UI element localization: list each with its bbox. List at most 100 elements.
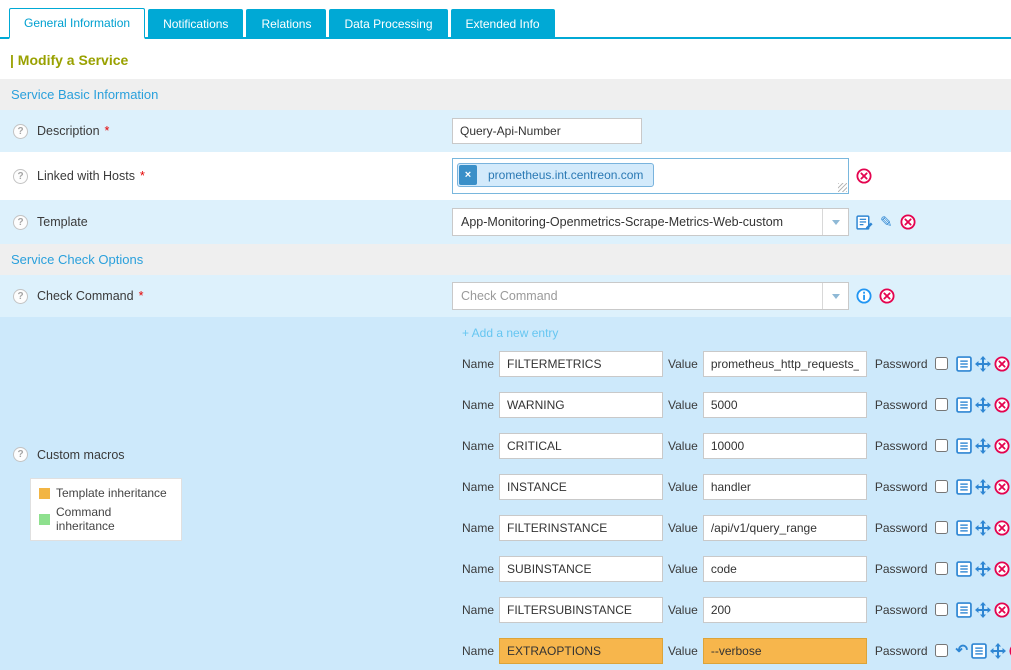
custom-macros-block: ? Custom macros Template inheritance Com… [0,317,1011,670]
macro-icons: ↶ [956,602,1010,618]
macro-move-icon[interactable] [975,479,991,495]
host-chip-label: prometheus.int.centreon.com [478,164,653,186]
macro-move-icon[interactable] [975,520,991,536]
macro-name-input[interactable] [499,556,663,582]
macro-name-label: Name [462,562,494,576]
help-icon[interactable]: ? [13,447,28,462]
macro-move-icon[interactable] [975,356,991,372]
macro-delete-icon[interactable] [994,520,1010,536]
edit-template-icon[interactable]: ✎ [880,215,893,230]
macro-password-checkbox[interactable] [935,480,948,493]
linked-hosts-tag-input[interactable]: × prometheus.int.centreon.com [452,158,849,194]
macro-value-input[interactable] [703,351,867,377]
macro-password-checkbox[interactable] [935,644,948,657]
view-template-icon[interactable] [856,214,873,231]
macro-row: Name Value Password ↶ [462,425,1011,466]
macro-list-icon[interactable] [971,643,987,659]
macro-icons: ↶ [956,561,1010,577]
macro-password-checkbox[interactable] [935,603,948,616]
description-input[interactable] [452,118,642,144]
macro-list-icon[interactable] [956,561,972,577]
macro-name-input[interactable] [499,474,663,500]
resize-grip[interactable] [838,183,847,192]
macro-password-label: Password [875,644,928,658]
custom-macros-right: + Add a new entry Name Value Password ↶ … [452,317,1011,670]
macro-password-label: Password [875,562,928,576]
macro-move-icon[interactable] [975,602,991,618]
section-check-options: Service Check Options [0,244,1011,275]
help-icon[interactable]: ? [13,215,28,230]
macro-delete-icon[interactable] [994,561,1010,577]
macro-password-checkbox[interactable] [935,521,948,534]
macro-name-input[interactable] [499,351,663,377]
macro-delete-icon[interactable] [994,356,1010,372]
macro-password-label: Password [875,603,928,617]
linked-hosts-label-cell: ? Linked with Hosts * [0,169,452,184]
tab-data-processing[interactable]: Data Processing [329,9,447,37]
template-select[interactable]: App-Monitoring-Openmetrics-Scrape-Metric… [452,208,849,236]
macro-list-icon[interactable] [956,602,972,618]
macro-value-input[interactable] [703,433,867,459]
legend-label: Command inheritance [56,505,173,533]
macro-password-checkbox[interactable] [935,357,948,370]
macro-name-input[interactable] [499,433,663,459]
info-icon[interactable] [856,288,872,304]
macro-icons: ↶ [956,520,1010,536]
macro-list-icon[interactable] [956,356,972,372]
chip-remove-icon[interactable]: × [459,165,477,185]
macro-name-input[interactable] [499,597,663,623]
macro-value-input[interactable] [703,515,867,541]
macro-list-icon[interactable] [956,520,972,536]
macro-move-icon[interactable] [975,438,991,454]
tab-relations[interactable]: Relations [246,9,326,37]
macro-delete-icon[interactable] [994,602,1010,618]
macro-value-input[interactable] [703,556,867,582]
macro-list-icon[interactable] [956,438,972,454]
help-icon[interactable]: ? [13,124,28,139]
help-icon[interactable]: ? [13,169,28,184]
macro-icons: ↶ [956,438,1010,454]
check-command-label: Check Command [37,289,134,303]
macro-delete-icon[interactable] [994,438,1010,454]
macro-row: Name Value Password ↶ [462,589,1011,630]
check-command-select[interactable]: Check Command [452,282,849,310]
tab-notifications[interactable]: Notifications [148,9,243,37]
macro-value-input[interactable] [703,392,867,418]
macro-name-input[interactable] [499,638,663,664]
tab-general-information[interactable]: General Information [9,8,145,39]
clear-check-command-icon[interactable] [879,288,895,304]
macro-password-checkbox[interactable] [935,562,948,575]
macro-icons: ↶ [956,643,1011,659]
macro-delete-icon[interactable] [994,479,1010,495]
macro-password-checkbox[interactable] [935,398,948,411]
macro-value-label: Value [668,562,698,576]
macro-move-icon[interactable] [975,397,991,413]
macro-list-icon[interactable] [956,479,972,495]
check-command-input-cell: Check Command [452,282,895,310]
macro-delete-icon[interactable] [994,397,1010,413]
help-icon[interactable]: ? [13,289,28,304]
clear-template-icon[interactable] [900,214,916,230]
macro-name-label: Name [462,644,494,658]
template-row: ? Template App-Monitoring-Openmetrics-Sc… [0,200,1011,244]
check-command-placeholder: Check Command [453,283,822,309]
custom-macros-label: Custom macros [37,448,125,462]
macro-value-input[interactable] [703,474,867,500]
macro-password-checkbox[interactable] [935,439,948,452]
macro-undo-icon[interactable]: ↶ [956,643,969,658]
template-select-value: App-Monitoring-Openmetrics-Scrape-Metric… [453,209,822,235]
tab-extended-info[interactable]: Extended Info [451,9,555,37]
macro-list-icon[interactable] [956,397,972,413]
add-macro-entry-link[interactable]: + Add a new entry [462,323,558,343]
macro-move-icon[interactable] [990,643,1006,659]
macro-name-input[interactable] [499,392,663,418]
macro-move-icon[interactable] [975,561,991,577]
description-label: Description [37,124,100,138]
macro-value-input[interactable] [703,638,867,664]
clear-hosts-icon[interactable] [856,168,872,184]
macro-icons: ↶ [956,397,1010,413]
macro-name-input[interactable] [499,515,663,541]
template-label: Template [37,215,88,229]
macro-value-input[interactable] [703,597,867,623]
macro-value-label: Value [668,480,698,494]
